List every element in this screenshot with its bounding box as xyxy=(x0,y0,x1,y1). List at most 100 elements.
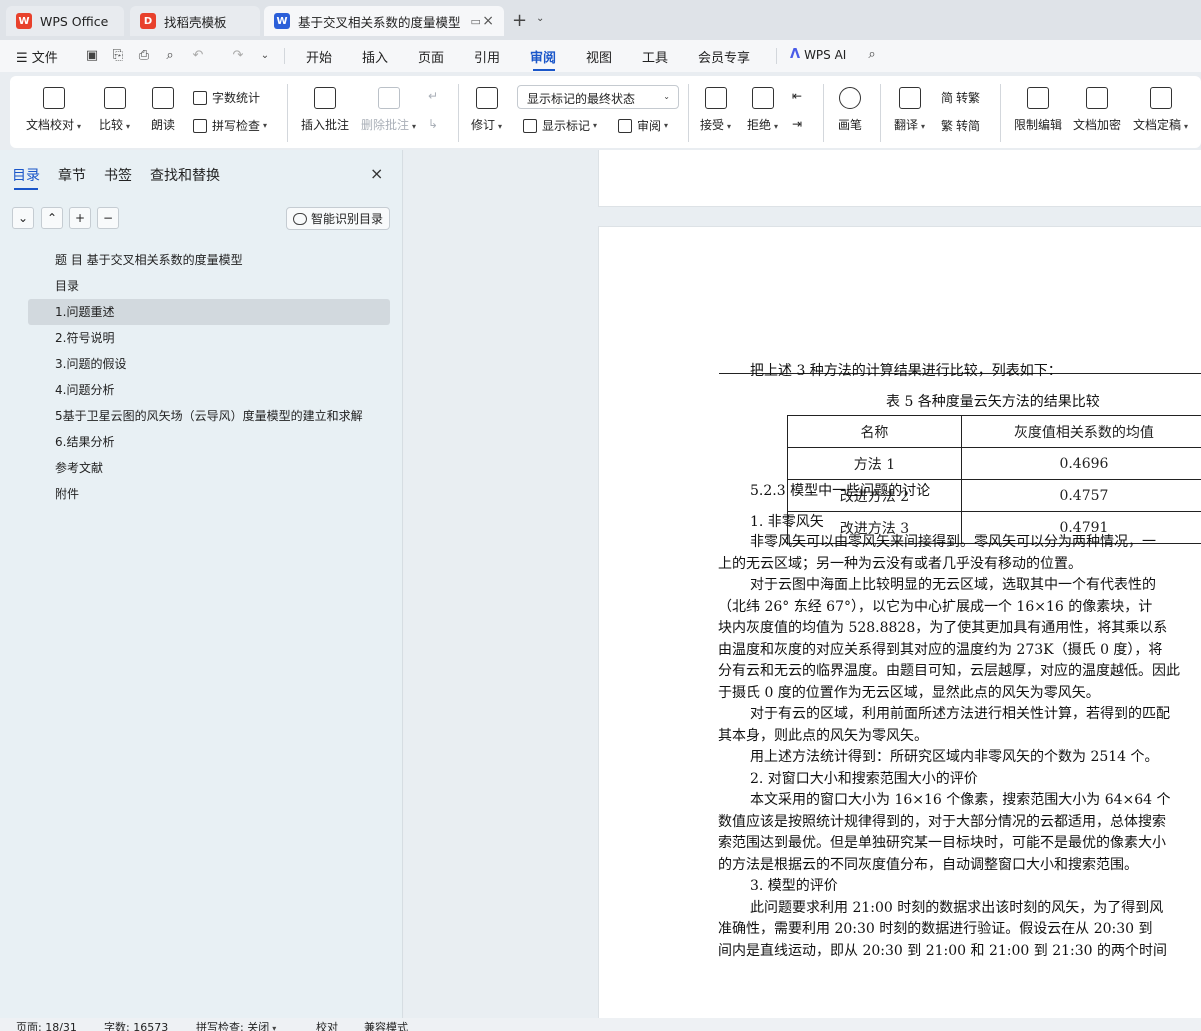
monitor-icon[interactable]: ▭ xyxy=(471,15,481,28)
print-preview-icon[interactable]: ⌕ xyxy=(162,48,178,64)
proof-indicator[interactable]: 校对 xyxy=(316,1019,338,1031)
chevron-down-icon[interactable]: ⌄ xyxy=(257,48,273,64)
smart-icon xyxy=(293,212,307,225)
save-icon[interactable]: ▣ xyxy=(84,48,100,64)
intro-text: 把上述 3 种方法的计算结果进行比较，列表如下： xyxy=(750,363,1062,379)
finalize-button[interactable]: 文档定稿 ▾ xyxy=(1133,87,1188,133)
search-icon[interactable]: ⌕ xyxy=(864,47,880,63)
tab-sections[interactable]: 章节 xyxy=(58,165,86,185)
toc-item[interactable]: 附件 xyxy=(28,481,390,507)
collapse-all-button[interactable]: ⌄ xyxy=(12,207,34,229)
table-row: 方法 1 0.4696 xyxy=(787,447,1201,480)
pen-icon xyxy=(839,87,861,109)
toc-item[interactable]: 题 目 基于交叉相关系数的度量模型 xyxy=(28,247,390,273)
toc-item[interactable]: 6.结果分析 xyxy=(28,429,390,455)
previous-comment-icon[interactable]: ↵ xyxy=(428,89,438,103)
body-line: 此问题要求利用 21:00 时刻的数据求出该时刻的风矢，为了得到风 xyxy=(750,900,1164,916)
divider xyxy=(823,84,824,142)
menu-membership[interactable]: 会员专享 xyxy=(698,47,750,66)
tab-current-document[interactable]: W 基于交叉相关系数的度量模型 ▭ × xyxy=(264,6,504,36)
accept-button[interactable]: 接受 ▾ xyxy=(700,87,731,133)
toc-item[interactable]: 1.问题重述 xyxy=(28,299,390,325)
chevron-up-icon: ⌃ xyxy=(46,211,58,225)
export-icon[interactable]: ⎘ xyxy=(110,48,126,64)
insert-comment-button[interactable]: 插入批注 xyxy=(301,87,349,133)
smart-toc-button[interactable]: 智能识别目录 xyxy=(286,207,390,230)
undo-icon[interactable]: ↶ xyxy=(190,48,206,64)
toc-item[interactable]: 4.问题分析 xyxy=(28,377,390,403)
read-aloud-button[interactable]: 朗读 xyxy=(151,87,175,133)
previous-page xyxy=(598,150,1201,207)
page-indicator[interactable]: 页面: 18/31 xyxy=(16,1019,77,1031)
menu-view[interactable]: 视图 xyxy=(586,47,612,66)
tab-bookmarks[interactable]: 书签 xyxy=(104,165,132,185)
accept-icon xyxy=(704,87,727,109)
minus-icon: − xyxy=(102,211,114,225)
body-line: 其本身，则此点的风矢为零风矢。 xyxy=(718,728,928,744)
encrypt-button[interactable]: 文档加密 xyxy=(1073,87,1121,133)
review-pane-button[interactable]: 审阅 ▾ xyxy=(618,117,668,134)
delete-comment-button[interactable]: 删除批注 ▾ xyxy=(361,87,416,133)
tab-find-replace[interactable]: 查找和替换 xyxy=(150,165,220,185)
close-icon[interactable]: × xyxy=(370,164,383,183)
tab-wps-office[interactable]: W WPS Office xyxy=(6,6,124,36)
restrict-edit-button[interactable]: 限制编辑 xyxy=(1014,87,1062,133)
body-line: 5.2.3 模型中一些问题的讨论 xyxy=(750,483,931,499)
new-tab-icon[interactable]: + xyxy=(512,10,527,31)
tab-toc[interactable]: 目录 xyxy=(12,165,40,185)
menu-home[interactable]: 开始 xyxy=(306,47,332,66)
markup-state-select[interactable]: 显示标记的最终状态 ⌄ xyxy=(517,85,679,109)
close-icon[interactable]: × xyxy=(482,13,494,29)
add-heading-button[interactable]: + xyxy=(69,207,91,229)
show-markup-icon xyxy=(523,118,537,133)
next-change-icon[interactable]: ⇥ xyxy=(792,117,802,131)
ink-button[interactable]: 画笔 xyxy=(838,87,862,133)
toc-item[interactable]: 3.问题的假设 xyxy=(28,351,390,377)
table-cell: 0.4696 xyxy=(960,447,1201,480)
divider xyxy=(880,84,881,142)
doc-proof-button[interactable]: 文档校对 ▾ xyxy=(26,87,81,133)
to-traditional-button[interactable]: 简 转繁 xyxy=(941,89,980,106)
toc-item[interactable]: 2.符号说明 xyxy=(28,325,390,351)
next-comment-icon[interactable]: ↳ xyxy=(428,117,438,131)
show-markup-button[interactable]: 显示标记 ▾ xyxy=(523,117,597,134)
compare-button[interactable]: 比较 ▾ xyxy=(99,87,130,133)
spell-check-indicator[interactable]: 拼写检查: 关闭 ▾ xyxy=(196,1019,276,1031)
doc-proof-icon xyxy=(42,87,65,109)
remove-heading-button[interactable]: − xyxy=(97,207,119,229)
table-caption: 表 5 各种度量云矢方法的结果比较 xyxy=(886,394,1100,410)
translate-button[interactable]: 翻译 ▾ xyxy=(894,87,925,133)
toc-item[interactable]: 5基于卫星云图的风矢场（云导风）度量模型的建立和求解 xyxy=(28,403,390,429)
file-menu[interactable]: ☰ 文件 xyxy=(16,47,58,66)
to-simplified-button[interactable]: 繁 转简 xyxy=(941,117,980,134)
tab-docer-templates[interactable]: D 找稻壳模板 xyxy=(130,6,260,36)
reject-button[interactable]: 拒绝 ▾ xyxy=(747,87,778,133)
compat-mode-indicator: 兼容模式 xyxy=(364,1021,408,1031)
document-page[interactable]: 把上述 3 种方法的计算结果进行比较，列表如下： 表 5 各种度量云矢方法的结果… xyxy=(598,226,1201,1018)
menu-page[interactable]: 页面 xyxy=(418,47,444,66)
body-line: （北纬 26° 东经 67°），以它为中心扩展成一个 16×16 的像素块，计 xyxy=(718,599,1153,615)
toc-item[interactable]: 目录 xyxy=(28,273,390,299)
word-count-indicator[interactable]: 字数: 16573 xyxy=(104,1019,168,1031)
menu-tools[interactable]: 工具 xyxy=(642,47,668,66)
simplified-icon: 繁 xyxy=(941,119,954,133)
word-count-button[interactable]: 字数统计 xyxy=(193,89,260,106)
chevron-down-icon[interactable]: ⌄ xyxy=(536,13,544,24)
divider xyxy=(776,48,777,64)
spell-check-button[interactable]: 拼写检查 ▾ xyxy=(193,117,267,134)
menu-insert[interactable]: 插入 xyxy=(362,47,388,66)
menu-review[interactable]: 审阅 xyxy=(530,47,556,66)
previous-change-icon[interactable]: ⇤ xyxy=(792,89,802,103)
menu-references[interactable]: 引用 xyxy=(474,47,500,66)
redo-icon[interactable]: ↷ xyxy=(230,48,246,64)
print-icon[interactable]: ⎙ xyxy=(136,48,152,64)
body-line: 分有云和无云的临界温度。由题目可知，云层越厚，对应的温度越低。因此 xyxy=(718,663,1180,679)
wps-ai-button[interactable]: Λ WPS AI xyxy=(790,47,846,62)
navigation-pane: 目录 章节 书签 查找和替换 × ⌄ ⌃ + − 智能识别目录 题 目 基于交叉… xyxy=(0,150,403,1018)
wps-ai-icon: Λ xyxy=(790,47,801,62)
body-line: 准确性，需要利用 20:30 时刻的数据进行验证。假设云在从 20:30 到 xyxy=(718,921,1153,937)
tab-bar: W WPS Office D 找稻壳模板 W 基于交叉相关系数的度量模型 ▭ ×… xyxy=(0,0,1201,40)
toc-item[interactable]: 参考文献 xyxy=(28,455,390,481)
expand-level-button[interactable]: ⌃ xyxy=(41,207,63,229)
track-changes-button[interactable]: 修订 ▾ xyxy=(471,87,502,133)
